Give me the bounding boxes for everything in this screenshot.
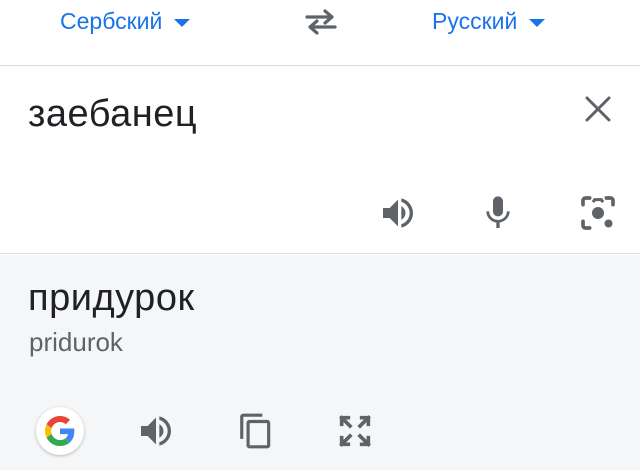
copy-icon [240,413,271,449]
fullscreen-icon [339,415,371,447]
listen-translation-button[interactable] [132,407,180,455]
camera-icon [581,196,615,230]
swap-languages-icon [305,9,337,35]
speaker-icon [141,416,171,446]
copy-button[interactable] [232,407,280,455]
transliteration-text: pridurok [29,327,123,357]
microphone-icon [486,196,510,228]
google-logo-button[interactable] [36,407,84,455]
close-icon [585,96,611,122]
source-language-selector[interactable]: Сербский [60,6,191,36]
chevron-down-icon [174,18,191,27]
source-panel: заебанец [0,67,640,254]
clear-button[interactable] [578,89,618,129]
source-language-label: Сербский [60,7,163,34]
language-bar: Сербский Русский [0,0,640,66]
target-language-label: Русский [432,7,518,34]
camera-translate-button[interactable] [574,189,622,237]
translation-text: придурок [28,277,195,319]
translation-panel: придурок pridurok [0,255,640,470]
source-text-input[interactable]: заебанец [28,93,197,136]
fullscreen-button[interactable] [331,407,379,455]
google-logo-icon [45,416,75,446]
chevron-down-icon [529,18,546,27]
target-language-selector[interactable]: Русский [432,6,546,36]
listen-source-button[interactable] [374,189,422,237]
swap-languages-button[interactable] [300,4,342,40]
voice-input-button[interactable] [474,189,522,237]
speaker-icon [383,198,413,228]
